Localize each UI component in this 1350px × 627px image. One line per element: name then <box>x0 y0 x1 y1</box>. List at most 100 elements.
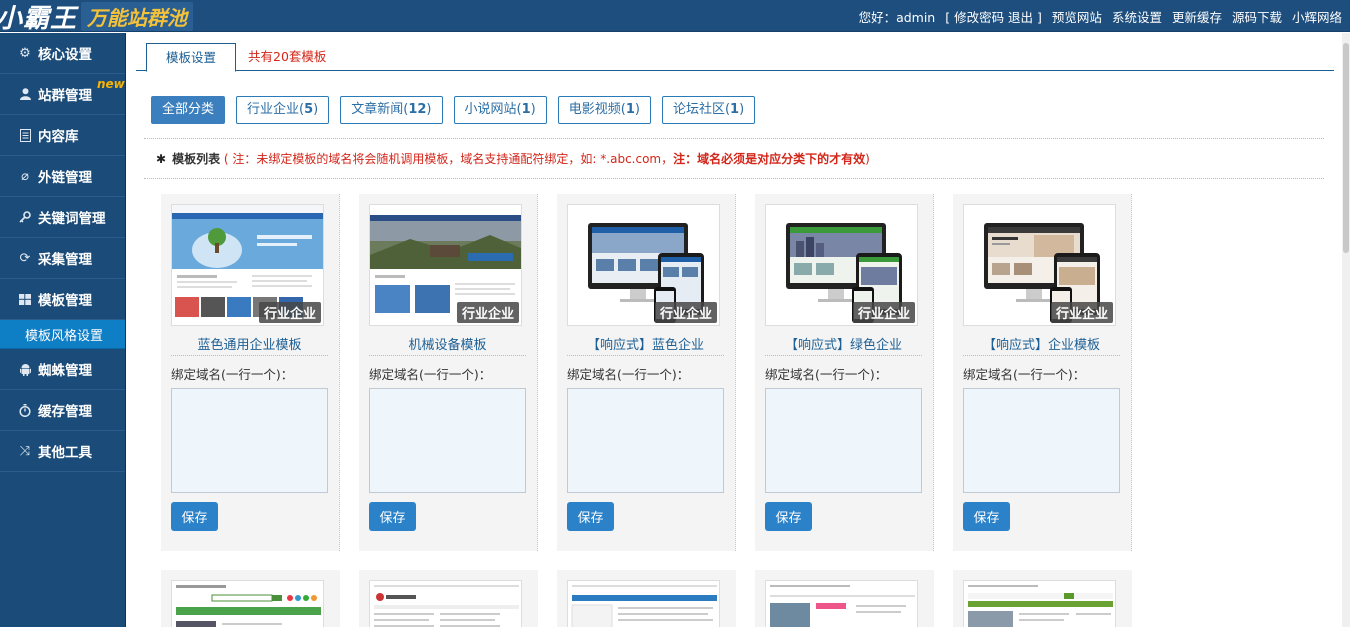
filter-count: 1 <box>521 102 531 117</box>
template-thumbnail[interactable]: 行业企业 <box>369 204 522 326</box>
template-card: 行业企业 机械设备模板 绑定域名(一行一个)： 保存 <box>359 194 538 551</box>
sidebar-item-cache[interactable]: 缓存管理 <box>0 390 125 431</box>
nav-system-settings[interactable]: 系统设置 <box>1112 7 1162 26</box>
sidebar-item-site-group[interactable]: 站群管理 new <box>0 74 125 115</box>
template-card: 行业企业 【响应式】蓝色企业 绑定域名(一行一个)： 保存 <box>557 194 736 551</box>
sidebar-item-content-library[interactable]: 内容库 <box>0 115 125 156</box>
bind-domain-input[interactable] <box>369 388 526 493</box>
sidebar-item-label: 缓存管理 <box>38 404 92 420</box>
filter-industry[interactable]: 行业企业(5) <box>236 96 330 124</box>
filter-video[interactable]: 电影视频(1) <box>557 96 651 124</box>
logo-sub-text: 万能站群池 <box>81 1 194 31</box>
divider <box>144 138 1324 139</box>
bind-domain-input[interactable] <box>765 388 922 493</box>
sidebar-item-label: 模板管理 <box>38 293 92 309</box>
template-thumbnail[interactable]: 行业企业 <box>171 204 324 326</box>
filter-forum[interactable]: 论坛社区(1) <box>661 96 756 124</box>
filter-label: 论坛社区 <box>672 102 725 117</box>
note-open: ( <box>223 152 229 166</box>
save-button[interactable]: 保存 <box>171 502 218 531</box>
save-button[interactable]: 保存 <box>567 502 614 531</box>
template-thumbnail[interactable] <box>567 580 720 627</box>
template-thumbnail[interactable] <box>765 580 918 627</box>
filter-count: 12 <box>408 102 427 117</box>
template-card: 行业企业 【响应式】企业模板 绑定域名(一行一个)： 保存 <box>953 194 1132 551</box>
new-badge: new <box>97 77 125 91</box>
sidebar-item-other-tools[interactable]: ⤨ 其他工具 <box>0 431 125 472</box>
divider <box>567 355 724 356</box>
template-thumbnail[interactable]: 行业企业 <box>963 204 1116 326</box>
nav-update-cache[interactable]: 更新缓存 <box>1172 7 1222 26</box>
site-logo: 小霸王 万能站群池 <box>0 0 194 34</box>
bind-domain-input[interactable] <box>567 388 724 493</box>
sidebar-item-label: 采集管理 <box>38 252 92 268</box>
template-card: 行业企业 蓝色通用企业模板 绑定域名(一行一个)： 保存 <box>161 194 340 551</box>
template-title[interactable]: 【响应式】蓝色企业 <box>567 334 724 353</box>
template-thumbnail[interactable]: 行业企业 <box>765 204 918 326</box>
nav-xiaohui-network[interactable]: 小辉网络 <box>1292 7 1342 26</box>
template-title[interactable]: 【响应式】企业模板 <box>963 334 1120 353</box>
shuffle-icon: ⤨ <box>19 443 31 459</box>
template-thumbnail[interactable] <box>963 580 1116 627</box>
category-filters: 全部分类 行业企业(5) 文章新闻(12) 小说网站(1) 电影视频(1) 论坛… <box>151 96 766 124</box>
gear-icon: ⚙ <box>19 45 31 61</box>
filter-label: 全部分类 <box>162 102 215 117</box>
template-title[interactable]: 【响应式】绿色企业 <box>765 334 922 353</box>
save-button[interactable]: 保存 <box>765 502 812 531</box>
divider <box>963 355 1120 356</box>
bind-domain-label: 绑定域名(一行一个)： <box>171 367 294 382</box>
template-card <box>557 570 736 627</box>
template-thumbnail[interactable] <box>171 580 324 627</box>
sidebar-item-template-management[interactable]: 模板管理 <box>0 279 125 320</box>
category-badge: 行业企业 <box>258 302 321 323</box>
sidebar-item-collection[interactable]: ⟳ 采集管理 <box>0 238 125 279</box>
sidebar-item-label: 模板风格设置 <box>25 328 104 344</box>
sidebar-item-label: 内容库 <box>38 129 79 145</box>
sidebar-item-core-settings[interactable]: ⚙ 核心设置 <box>0 33 125 74</box>
filter-count: 1 <box>625 102 635 117</box>
category-badge: 行业企业 <box>456 302 519 323</box>
top-header: 小霸王 万能站群池 您好：admin [ 修改密码 退出 ] 预览网站 系统设置… <box>0 0 1350 34</box>
save-button[interactable]: 保存 <box>963 502 1010 531</box>
account-links[interactable]: [ 修改密码 退出 ] <box>945 7 1042 26</box>
template-thumbnail[interactable] <box>369 580 522 627</box>
sidebar-item-keywords[interactable]: 关键词管理 <box>0 197 125 238</box>
sidebar-item-label: 关键词管理 <box>38 211 106 227</box>
category-badge: 行业企业 <box>1050 302 1113 323</box>
template-list-header: ✱ 模板列表 ( 注：未绑定模板的域名将会随机调用模板，域名支持通配符绑定，如: … <box>156 150 870 167</box>
bind-domain-input[interactable] <box>171 388 328 493</box>
scrollbar-thumb[interactable] <box>1343 43 1349 253</box>
sidebar: ⚙ 核心设置 站群管理 new 内容库 ⌀ 外链管理 关键词管理 ⟳ 采集管理 … <box>0 33 125 627</box>
filter-label: 小说网站 <box>464 102 517 117</box>
key-icon <box>17 211 33 223</box>
filter-all[interactable]: 全部分类 <box>151 96 226 124</box>
divider <box>144 178 1324 179</box>
template-card <box>953 570 1132 627</box>
link-icon: ⌀ <box>21 168 29 184</box>
vertical-scrollbar[interactable] <box>1342 33 1350 627</box>
sidebar-item-label: 蜘蛛管理 <box>38 363 92 379</box>
bind-domain-label: 绑定域名(一行一个)： <box>369 367 492 382</box>
bind-domain-input[interactable] <box>963 388 1120 493</box>
bind-domain-label: 绑定域名(一行一个)： <box>567 367 690 382</box>
template-count-text: 共有20套模板 <box>248 49 327 64</box>
save-button[interactable]: 保存 <box>369 502 416 531</box>
divider <box>171 355 328 356</box>
main-content: 模板设置 共有20套模板 全部分类 行业企业(5) 文章新闻(12) 小说网站(… <box>126 33 1350 627</box>
sidebar-item-external-links[interactable]: ⌀ 外链管理 <box>0 156 125 197</box>
sidebar-item-label: 其他工具 <box>38 445 92 461</box>
category-badge: 行业企业 <box>654 302 717 323</box>
template-thumbnail[interactable]: 行业企业 <box>567 204 720 326</box>
template-title[interactable]: 蓝色通用企业模板 <box>171 334 328 353</box>
nav-source-download[interactable]: 源码下载 <box>1232 7 1282 26</box>
sidebar-item-spider[interactable]: 蜘蛛管理 <box>0 349 125 390</box>
filter-news[interactable]: 文章新闻(12) <box>340 96 443 124</box>
filter-novel[interactable]: 小说网站(1) <box>453 96 547 124</box>
sidebar-item-template-style[interactable]: 模板风格设置 <box>0 320 125 349</box>
gear-icon: ✱ <box>156 152 167 166</box>
nav-preview-site[interactable]: 预览网站 <box>1052 7 1102 26</box>
sidebar-item-label: 站群管理 <box>38 88 92 104</box>
template-title[interactable]: 机械设备模板 <box>369 334 526 353</box>
top-nav: 您好：admin [ 修改密码 退出 ] 预览网站 系统设置 更新缓存 源码下载… <box>859 0 1342 32</box>
tab-template-settings[interactable]: 模板设置 <box>146 43 236 72</box>
